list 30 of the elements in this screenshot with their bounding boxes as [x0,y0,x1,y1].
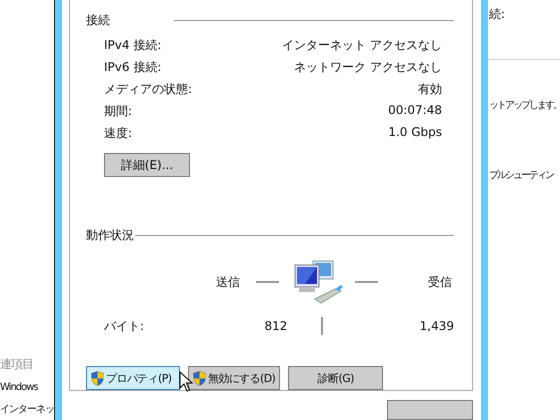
field-value: ネットワーク アクセスなし [294,59,442,75]
close-button[interactable] [387,400,473,420]
field-value: 1.0 Gbps [388,125,442,141]
bytes-received: 1,439 [418,319,454,333]
field-value: 有効 [418,81,442,97]
group-heading: 動作状況 [86,227,134,244]
group-heading: 接続 [86,12,110,29]
field-value: 00:07:48 [388,103,442,119]
bytes-label: バイト: [104,318,146,334]
field-label: メディアの状態: [104,81,192,97]
sent-label: 送信 [216,274,241,290]
field-label: 速度: [104,125,132,141]
field-value: インターネット アクセスなし [282,37,442,53]
background-text: ットアップします。 [488,98,560,112]
background-text: 続: [488,6,506,23]
link-text[interactable]: Windows [0,382,54,393]
field-label: IPv6 接続: [104,59,162,75]
mouse-pointer-icon [179,371,193,393]
background-text: ブルシューティン [488,169,554,182]
section-heading: 連項目 [0,356,34,373]
bytes-sent: 812 [264,319,288,333]
action-button[interactable]: プロパティ(P) [86,366,180,390]
received-label: 受信 [428,274,452,290]
field-label: IPv4 接続: [104,37,162,53]
action-button[interactable]: 無効にする(D) [188,366,280,390]
network-computers-icon [293,259,345,305]
action-button[interactable]: 診断(G) [288,366,384,390]
field-label: 期間: [104,103,132,119]
link-text[interactable]: インターネッ [0,402,54,416]
details-button[interactable]: 詳細(E)... [104,153,190,177]
